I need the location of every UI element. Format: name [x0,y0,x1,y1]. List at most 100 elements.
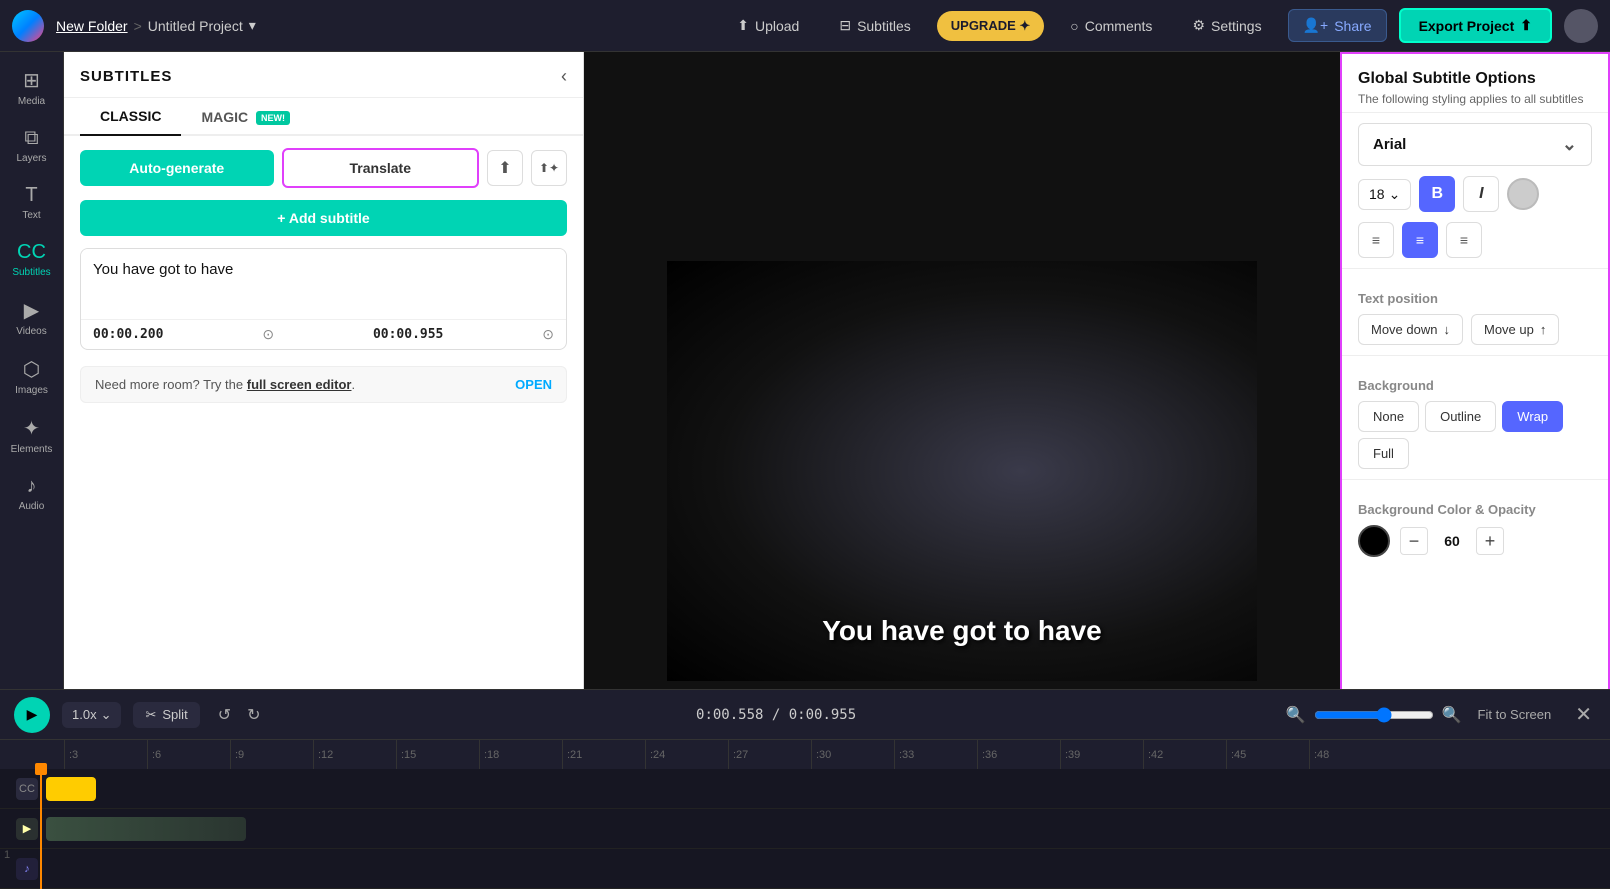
subtitle-text: You have got to have [93,261,233,278]
video-track-icon: ▶ [16,818,38,840]
upgrade-button[interactable]: UPGRADE ✦ [937,11,1045,41]
more-room-banner: Need more room? Try the full screen edit… [80,366,567,403]
bg-color-picker[interactable] [1358,525,1390,557]
font-selector[interactable]: Arial ⌄ [1358,123,1592,166]
font-name: Arial [1373,136,1406,153]
zoom-in-button[interactable]: 🔍 [1442,705,1462,725]
speed-chevron-icon: ⌄ [101,707,112,723]
zoom-slider[interactable] [1314,707,1434,723]
share-button[interactable]: 👤+ Share [1288,9,1387,42]
zoom-out-button[interactable]: 🔍 [1286,705,1306,725]
undo-button[interactable]: ↺ [212,701,237,729]
ruler-mark: :30 [811,740,894,770]
more-room-text: Need more room? Try the [95,377,247,392]
tab-classic[interactable]: CLASSIC [80,98,181,136]
align-center-icon: ≡ [1416,232,1424,248]
play-button[interactable]: ▶ [14,697,50,733]
comments-button[interactable]: ○ Comments [1056,11,1166,41]
ruler-mark: :42 [1143,740,1226,770]
opacity-plus-button[interactable]: + [1476,527,1504,555]
opacity-minus-button[interactable]: − [1400,527,1428,555]
bold-button[interactable]: B [1419,176,1455,212]
sidebar-item-subtitles[interactable]: CC Subtitles [4,233,60,286]
bg-full-button[interactable]: Full [1358,438,1409,469]
timeline-tracks: CC ▶ ♪ 1 [0,769,1610,889]
subtitles-nav-button[interactable]: ⊟ Subtitles [825,10,924,41]
breadcrumb-caret[interactable]: ▾ [249,17,256,34]
text-color-picker[interactable] [1507,178,1539,210]
ruler-mark: :39 [1060,740,1143,770]
timestamp-start: 00:00.200 [93,327,163,342]
sidebar-item-text[interactable]: T Text [4,176,60,229]
sidebar-item-audio[interactable]: ♪ Audio [4,467,60,520]
align-left-button[interactable]: ≡ [1358,222,1394,258]
align-center-button[interactable]: ≡ [1402,222,1438,258]
add-subtitle-button[interactable]: + Add subtitle [80,200,567,236]
font-size-chevron-icon: ⌄ [1389,186,1401,203]
translate-button[interactable]: Translate [282,148,480,188]
sidebar-item-images[interactable]: ⬡ Images [4,349,60,404]
playback-bar: ▶ 1.0x ⌄ ✂ Split ↺ ↻ 0:00.558 / 0:00.955… [0,689,1610,739]
upload-button[interactable]: ⬆ Upload [723,10,813,41]
align-right-icon: ≡ [1460,232,1468,248]
video-canvas: You have got to have [667,261,1257,681]
bg-color-section: Background Color & Opacity − 60 + [1342,479,1608,567]
subtitle-text-area[interactable]: You have got to have [81,249,566,319]
breadcrumb: New Folder > Untitled Project ▾ [56,17,256,34]
auto-generate-button[interactable]: Auto-generate [80,150,274,186]
comments-icon: ○ [1070,18,1078,34]
move-down-button[interactable]: Move down ↓ [1358,314,1463,345]
zoom-controls: 🔍 🔍 Fit to Screen [1286,703,1560,726]
italic-button[interactable]: I [1463,176,1499,212]
sidebar-item-layers[interactable]: ⧉ Layers [4,119,60,172]
elements-icon: ✦ [23,416,40,441]
sidebar-item-elements[interactable]: ✦ Elements [4,408,60,463]
bg-outline-button[interactable]: Outline [1425,401,1496,432]
ruler-mark: :18 [479,740,562,770]
settings-button[interactable]: ⚙ Settings [1178,10,1275,41]
videos-icon: ▶ [24,298,39,323]
move-up-button[interactable]: Move up ↑ [1471,314,1559,345]
position-buttons: Move down ↓ Move up ↑ [1358,314,1592,345]
export-button[interactable]: Export Project ⬆ [1399,8,1552,43]
audio-track-icon: ♪ [16,858,38,880]
subtitles-icon: CC [17,241,46,264]
magic-badge: NEW! [256,111,290,125]
background-label: Background [1358,378,1592,393]
import-icon-button[interactable]: ⬆ [487,150,523,186]
full-screen-editor-link[interactable]: full screen editor [247,377,352,392]
close-timeline-button[interactable]: ✕ [1571,698,1596,731]
split-button[interactable]: ✂ Split [133,702,199,728]
video-clip[interactable] [46,817,246,841]
fit-to-screen-button[interactable]: Fit to Screen [1470,703,1560,726]
sidebar-item-media[interactable]: ⊞ Media [4,60,60,115]
video-subtitle: You have got to have [814,611,1110,651]
timeline-track-subtitle: CC [0,769,1610,809]
avatar[interactable] [1564,9,1598,43]
timestamp-end-icon[interactable]: ⊙ [542,326,554,343]
bg-none-button[interactable]: None [1358,401,1419,432]
track-row-number: 1 [4,849,10,861]
text-icon: T [25,184,37,207]
font-size-selector[interactable]: 18 ⌄ [1358,179,1411,210]
align-right-button[interactable]: ≡ [1446,222,1482,258]
sidebar-item-videos[interactable]: ▶ Videos [4,290,60,345]
bottom-area: ▶ 1.0x ⌄ ✂ Split ↺ ↻ 0:00.558 / 0:00.955… [0,689,1610,889]
bg-color-row: − 60 + [1358,525,1592,557]
opacity-value: 60 [1438,533,1466,549]
media-icon: ⊞ [23,68,40,93]
subtitles-nav-icon: ⊟ [839,17,851,34]
bg-wrap-button[interactable]: Wrap [1502,401,1563,432]
subtitle-clip[interactable] [46,777,96,801]
open-button[interactable]: OPEN [515,377,552,392]
timeline-ruler: :3:6:9:12:15:18:21:24:27:30:33:36:39:42:… [0,739,1610,769]
redo-button[interactable]: ↻ [241,701,266,729]
speed-selector[interactable]: 1.0x ⌄ [62,702,121,728]
ruler-marks: :3:6:9:12:15:18:21:24:27:30:33:36:39:42:… [64,740,1392,770]
download-icon-button[interactable]: ⬆✦ [531,150,567,186]
tab-magic[interactable]: MAGIC NEW! [181,98,310,136]
close-panel-button[interactable]: ‹ [561,66,567,87]
folder-link[interactable]: New Folder [56,18,128,34]
share-icon: 👤+ [1303,17,1329,34]
timestamp-start-icon[interactable]: ⊙ [262,326,274,343]
